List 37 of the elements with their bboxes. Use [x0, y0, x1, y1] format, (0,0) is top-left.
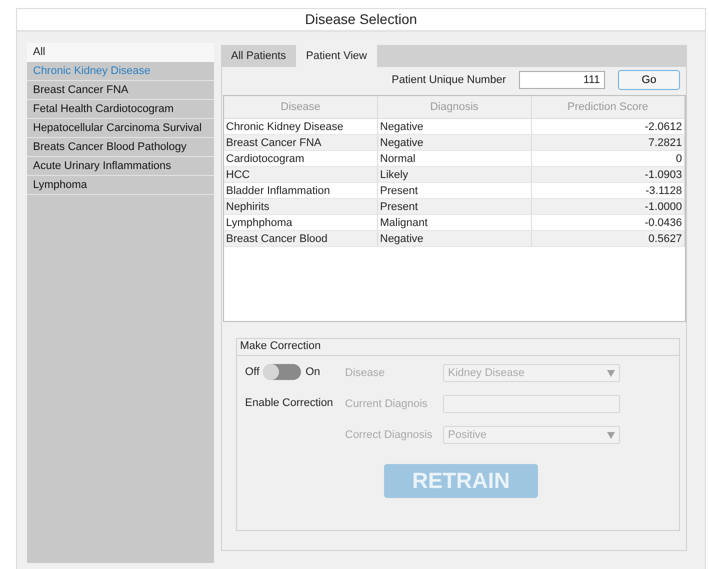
column-header: Prediction Score: [531, 96, 684, 118]
list-item[interactable]: Hepatocellular Carcinoma Survival: [27, 119, 214, 138]
input-field[interactable]: 111: [519, 71, 605, 89]
field-label: Disease: [345, 367, 386, 379]
switch-label: On: [305, 366, 320, 378]
list-item[interactable]: Breast Cancer FNA: [27, 81, 214, 100]
toggle-switch[interactable]: [263, 364, 302, 380]
list-item[interactable]: Lymphoma: [27, 176, 214, 195]
table-cell: Negative: [378, 134, 531, 150]
group-title: Make Correction: [237, 339, 679, 356]
table-cell: -1.0000: [531, 198, 684, 214]
field-label: Correct Diagnosis: [345, 429, 434, 441]
switch-label: Off: [245, 366, 260, 378]
table-cell: Breast Cancer FNA: [224, 134, 378, 150]
go-button[interactable]: Go: [618, 70, 680, 90]
switch-caption: Enable Correction: [245, 397, 334, 409]
list-item[interactable]: Fetal Health Cardiotocogram: [27, 100, 214, 119]
table-cell: Negative: [378, 230, 531, 246]
tab[interactable]: Patient View: [296, 45, 377, 67]
window-title: Disease Selection: [17, 9, 705, 32]
table-cell: Likely: [378, 166, 531, 182]
table-cell: -1.0903: [531, 166, 684, 182]
list-item[interactable]: Acute Urinary Inflammations: [27, 157, 214, 176]
list-item[interactable]: Breats Cancer Blood Pathology: [27, 138, 214, 157]
field-label: Current Diagnois: [345, 398, 429, 410]
field-label: Patient Unique Number: [392, 74, 506, 86]
table-cell: HCC: [224, 166, 378, 182]
table-cell: Breast Cancer Blood: [224, 230, 378, 246]
column-header: Disease: [224, 96, 378, 118]
column-header: Diagnosis: [378, 96, 531, 118]
table-cell: 7.2821: [531, 134, 684, 150]
dropdown-arrow-icon: [607, 370, 615, 376]
table-cell: Present: [378, 198, 531, 214]
dropdown-arrow-icon: [607, 432, 615, 438]
list-item[interactable]: All: [27, 43, 214, 62]
table-cell: 0.5627: [531, 230, 684, 246]
table-cell: Nephirits: [224, 198, 378, 214]
